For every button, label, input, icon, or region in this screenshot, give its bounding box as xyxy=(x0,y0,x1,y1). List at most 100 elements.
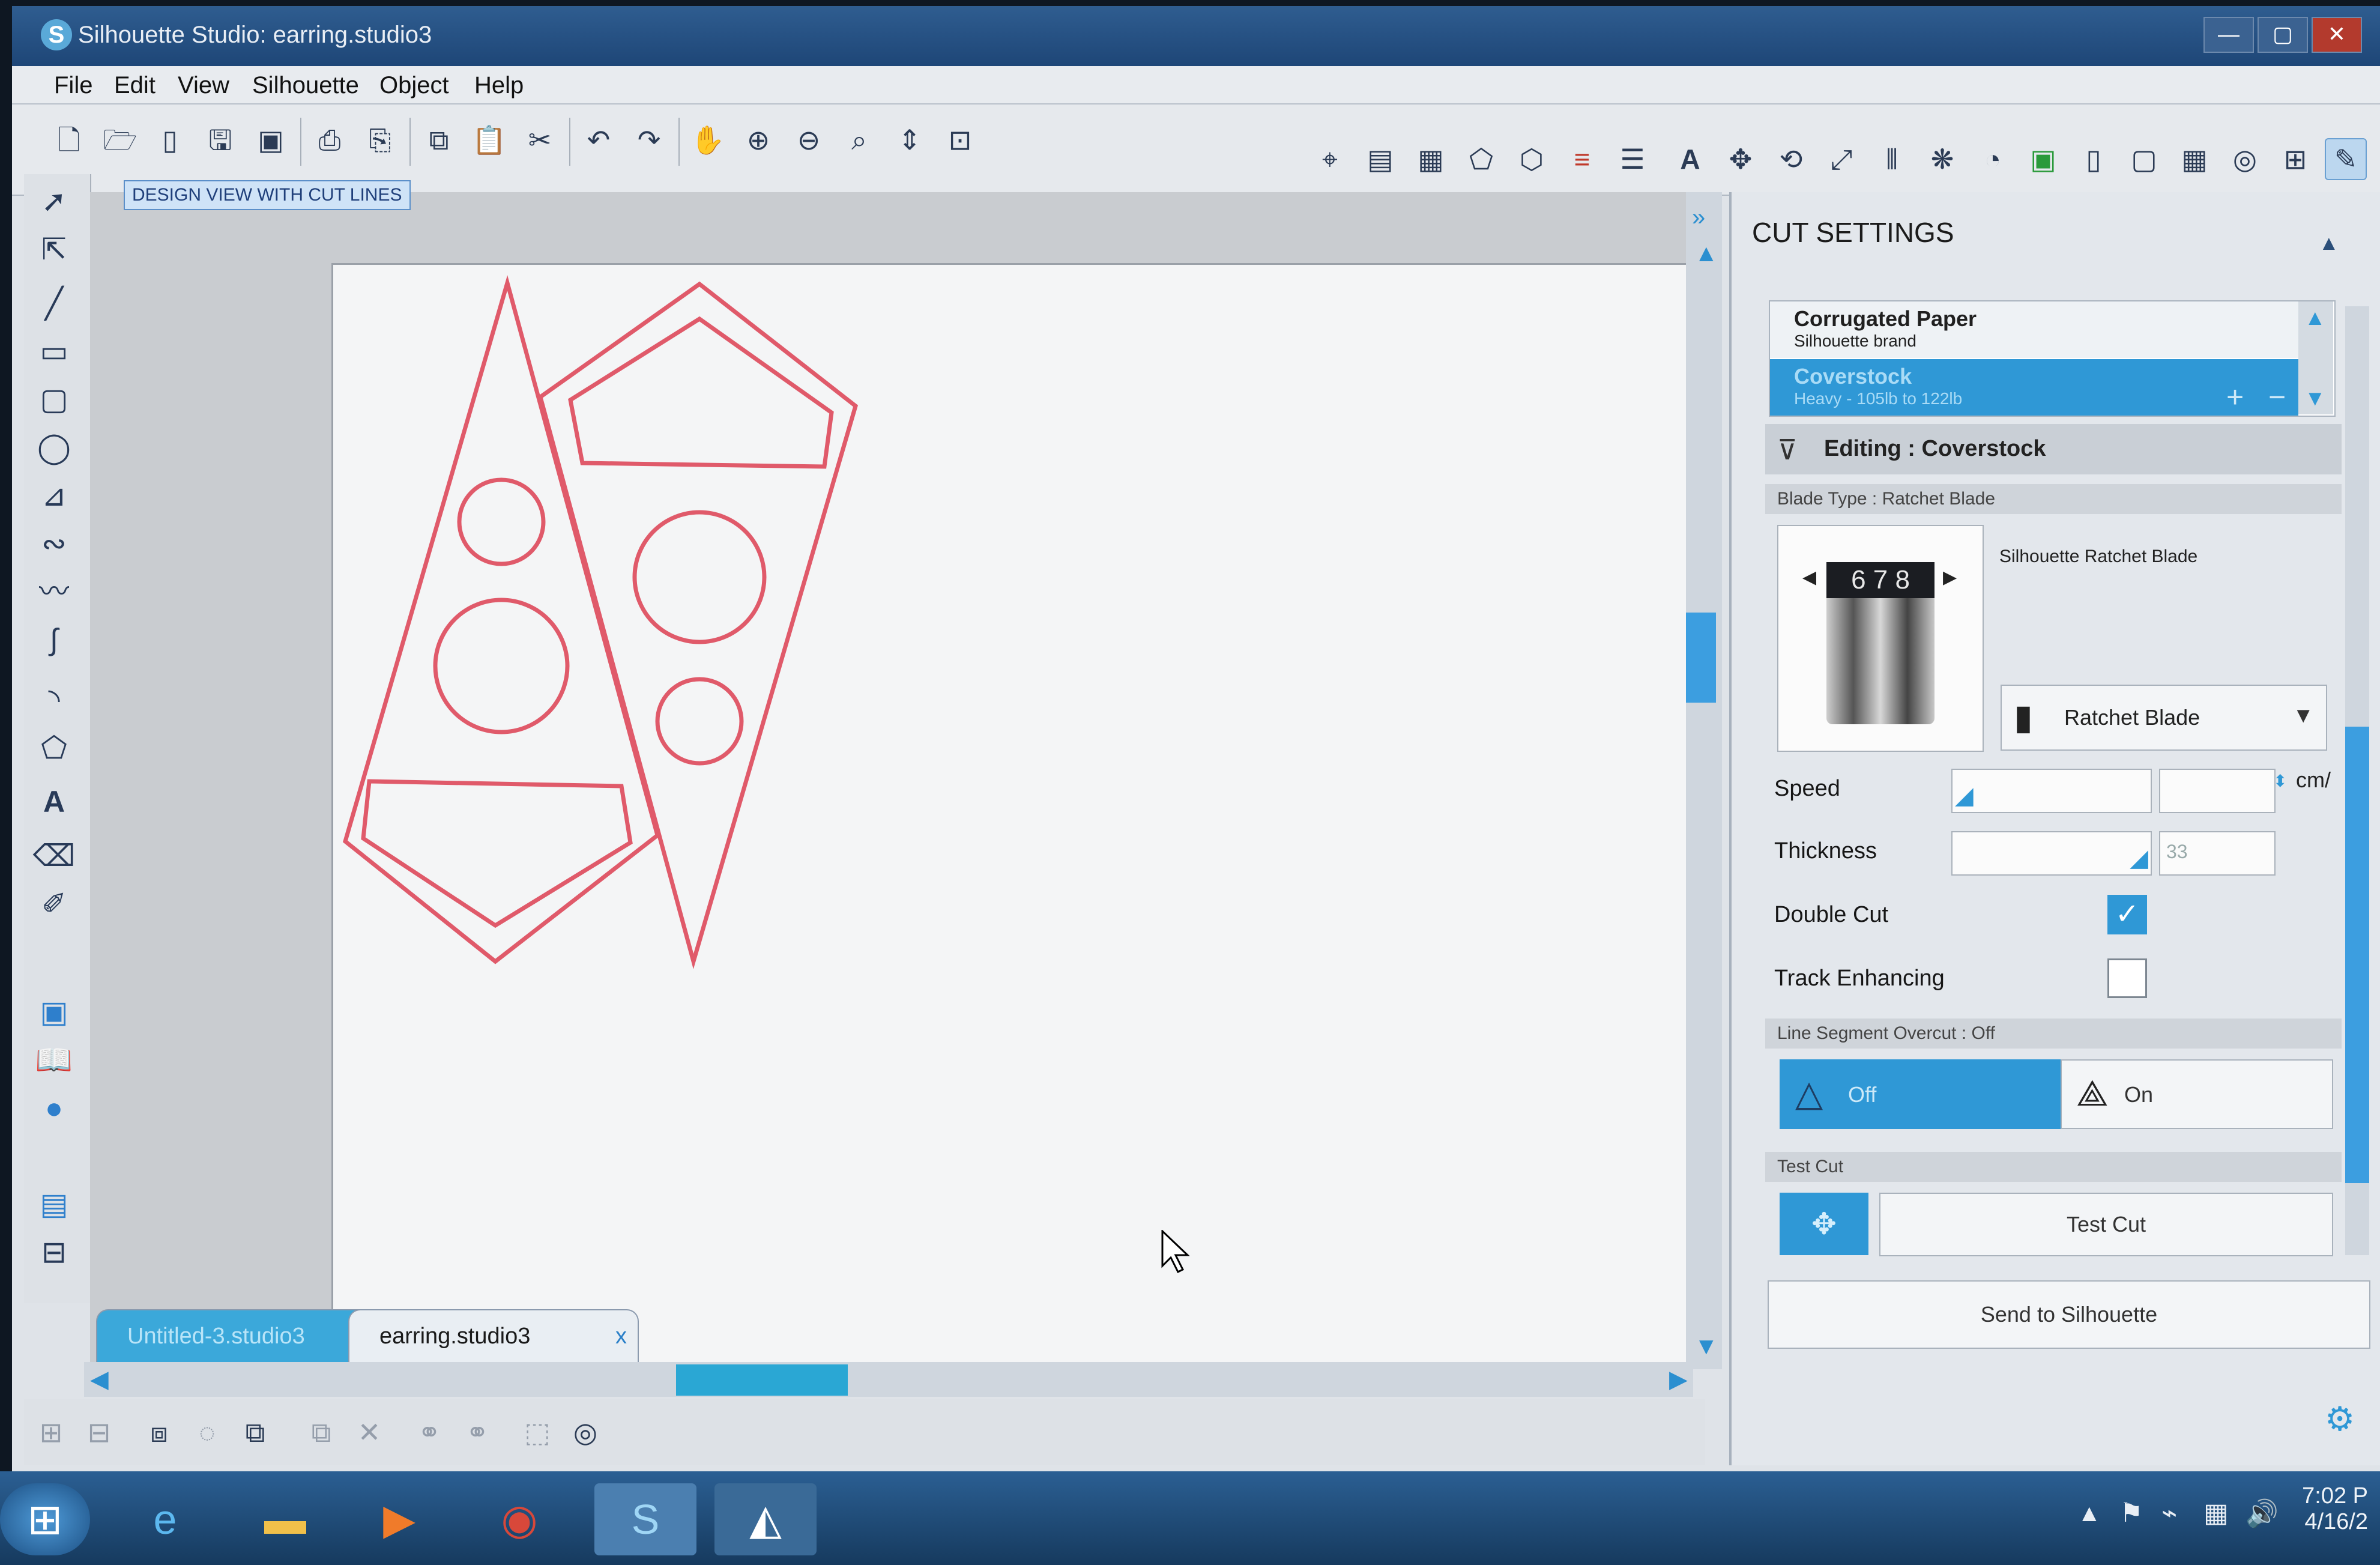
bring-forward-icon[interactable]: ⧉ xyxy=(234,1411,276,1453)
file-explorer-icon[interactable]: ▬ xyxy=(234,1483,336,1555)
scroll-right-icon[interactable]: ▶ xyxy=(1669,1366,1688,1393)
panel-expand-icon[interactable]: ▲ xyxy=(2319,232,2339,255)
earring-hole-large-right[interactable] xyxy=(632,510,767,644)
list-scroll-down-icon[interactable]: ▼ xyxy=(2304,386,2326,411)
save-library-icon[interactable]: ▣ xyxy=(250,119,292,161)
vertical-scrollbar[interactable]: » ▲ ▼ xyxy=(1686,192,1722,1369)
menu-silhouette[interactable]: Silhouette xyxy=(252,72,359,99)
zoom-select-icon[interactable]: ⌕ xyxy=(838,119,880,161)
blade-decrease-icon[interactable]: ◀ xyxy=(1802,567,1816,588)
cut-scissors-icon[interactable]: ✂ xyxy=(519,119,561,161)
edit-points-icon[interactable]: ⇱ xyxy=(30,228,78,270)
open-folder-icon[interactable]: 🗁 xyxy=(99,119,141,161)
internet-explorer-icon[interactable]: e xyxy=(114,1483,216,1555)
overcut-on-button[interactable]: ⟁ On xyxy=(2061,1059,2333,1129)
regular-polygon-tool-icon[interactable]: ⬠ xyxy=(30,727,78,769)
collapse-panel-icon[interactable]: » xyxy=(1692,204,1705,231)
split-view-icon[interactable]: ⊟ xyxy=(30,1231,78,1273)
trace-icon[interactable]: ▯ xyxy=(2073,138,2115,180)
page-setup-icon[interactable]: ▢ xyxy=(2123,138,2165,180)
close-button[interactable]: ✕ xyxy=(2312,17,2362,53)
line-color-icon[interactable]: ⬡ xyxy=(1511,138,1553,180)
earring-hole-small-right[interactable] xyxy=(655,677,744,766)
earring-bottom-cutout[interactable] xyxy=(361,779,633,928)
text-tool-icon[interactable]: A xyxy=(30,781,78,823)
line-tool-icon[interactable]: ╱ xyxy=(30,282,78,324)
select-tool-icon[interactable]: ⌖ xyxy=(1309,138,1351,180)
show-library-icon[interactable]: ▤ xyxy=(30,1183,78,1225)
speed-value-input[interactable] xyxy=(2159,769,2276,813)
menu-help[interactable]: Help xyxy=(474,72,524,99)
registration-marks-icon[interactable]: ◎ xyxy=(2224,138,2266,180)
panel-scrollbar[interactable] xyxy=(2345,306,2369,1255)
action-center-flag-icon[interactable]: ⚑ xyxy=(2119,1498,2143,1528)
delete-icon[interactable]: ✕ xyxy=(348,1411,390,1453)
scroll-down-icon[interactable]: ▼ xyxy=(1694,1333,1718,1360)
fit-page-icon[interactable]: ⊡ xyxy=(939,119,981,161)
save-icon[interactable]: 🖫 xyxy=(199,119,241,161)
editing-header[interactable]: ⊽ Editing : Coverstock xyxy=(1765,424,2342,474)
add-material-button[interactable]: + xyxy=(2226,380,2244,414)
earring-hole-large[interactable] xyxy=(433,598,570,734)
menu-edit[interactable]: Edit xyxy=(114,72,156,99)
group-icon[interactable]: ⊞ xyxy=(30,1411,72,1453)
copy-icon[interactable]: ⧉ xyxy=(418,119,460,161)
grid-icon[interactable]: ▦ xyxy=(2173,138,2215,180)
fill-gradient-icon[interactable]: ⬠ xyxy=(1460,138,1502,180)
design-shapes[interactable] xyxy=(333,265,1690,1370)
paste-icon[interactable]: 📋 xyxy=(468,119,510,161)
remove-material-button[interactable]: − xyxy=(2268,380,2286,414)
blade-select-dropdown[interactable]: ▮ Ratchet Blade ▼ xyxy=(2001,685,2327,751)
thickness-value-input[interactable]: 33 xyxy=(2159,831,2276,876)
curve-tool-icon[interactable]: ∾ xyxy=(30,522,78,565)
rotate-icon[interactable]: ⟲ xyxy=(1770,138,1812,180)
polygon-tool-icon[interactable]: ⊿ xyxy=(30,474,78,516)
media-player-icon[interactable]: ▶ xyxy=(348,1483,450,1555)
freehand-tool-icon[interactable]: 〰 xyxy=(30,571,78,613)
library-book-icon[interactable]: 📖 xyxy=(30,1039,78,1081)
select-arrow-icon[interactable]: ➚ xyxy=(30,180,78,222)
modify-icon[interactable]: ◔ xyxy=(1972,138,2014,180)
list-item-corrugated-paper[interactable]: Corrugated Paper Silhouette brand xyxy=(1770,301,2298,358)
align-icon[interactable]: ⫴ xyxy=(1871,138,1913,180)
scroll-left-icon[interactable]: ◀ xyxy=(90,1366,109,1393)
test-cut-button[interactable]: Test Cut xyxy=(1879,1193,2333,1256)
arc-tool-icon[interactable]: ◝ xyxy=(30,679,78,721)
tab-untitled-3[interactable]: Untitled-3.studio3 x xyxy=(96,1309,387,1362)
earring-top-cutout[interactable] xyxy=(568,316,834,469)
horizontal-scrollbar[interactable]: ◀ ▶ xyxy=(84,1362,1693,1397)
zoom-out-icon[interactable]: ⊖ xyxy=(788,119,830,161)
speed-stepper-icon[interactable]: ⬍ xyxy=(2273,771,2287,791)
material-list-scrollbar[interactable]: ▲ ▼ xyxy=(2298,301,2333,414)
tab-earring[interactable]: earring.studio3 x xyxy=(348,1309,639,1362)
thickness-slider[interactable]: ◢ xyxy=(1951,831,2152,876)
thickness-slider-handle[interactable]: ◢ xyxy=(2130,844,2148,872)
overcut-off-button[interactable]: △ Off xyxy=(1780,1059,2062,1129)
ungroup-icon[interactable]: ⊟ xyxy=(78,1411,120,1453)
list-item-coverstock[interactable]: Coverstock Heavy - 105lb to 122lb xyxy=(1770,359,2298,416)
send-to-silhouette-button[interactable]: Send to Silhouette xyxy=(1768,1280,2370,1349)
knife-tool-icon[interactable]: ✐ xyxy=(30,883,78,925)
menu-object[interactable]: Object xyxy=(379,72,449,99)
tab-close-icon[interactable]: x xyxy=(615,1310,627,1362)
transform-icon[interactable]: ✥ xyxy=(1720,138,1762,180)
line-width-icon[interactable]: ☰ xyxy=(1611,138,1654,180)
menu-view[interactable]: View xyxy=(178,72,229,99)
earring-hole-small[interactable] xyxy=(457,477,546,566)
new-document-icon[interactable]: 🗋 xyxy=(48,119,90,161)
ellipse-tool-icon[interactable]: ◯ xyxy=(30,426,78,468)
vertical-scroll-thumb[interactable] xyxy=(1686,613,1716,703)
pan-hand-icon[interactable]: ✋ xyxy=(687,119,729,161)
registration-small-icon[interactable]: ◎ xyxy=(564,1411,606,1453)
drag-zoom-icon[interactable]: ⇕ xyxy=(889,119,931,161)
line-style-icon[interactable]: ≡ xyxy=(1561,138,1603,180)
speed-slider-handle[interactable]: ◢ xyxy=(1955,782,1974,810)
duplicate-icon[interactable]: ⧉ xyxy=(300,1411,342,1453)
minimize-button[interactable]: — xyxy=(2203,17,2254,53)
weld-icon[interactable]: ⚭ xyxy=(408,1411,450,1453)
track-enhancing-checkbox[interactable] xyxy=(2107,958,2147,998)
silhouette-studio-taskbar-icon[interactable]: S xyxy=(594,1483,696,1555)
print-cut-icon[interactable]: ⎘ xyxy=(359,119,401,161)
print-icon[interactable]: ⎙ xyxy=(309,119,351,161)
chrome-icon[interactable]: ◉ xyxy=(468,1483,570,1555)
